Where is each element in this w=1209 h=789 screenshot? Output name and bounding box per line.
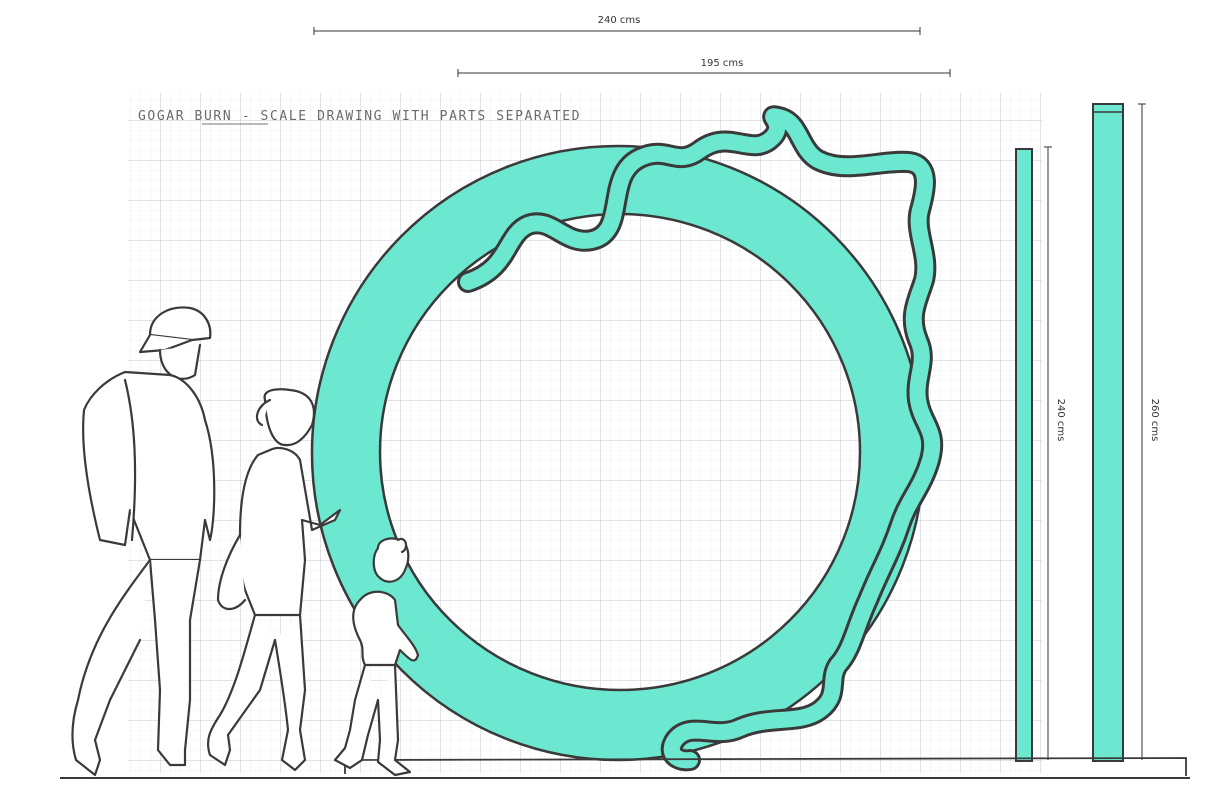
dimension-overall-width-label: 240 cms	[598, 15, 641, 26]
drawing-title: GOGAR BURN - SCALE DRAWING WITH PARTS SE…	[138, 109, 581, 124]
dimension-overall-width: 240 cms	[313, 15, 921, 35]
dimension-ring-width: 195 cms	[457, 58, 951, 77]
dimension-ring-width-label: 195 cms	[701, 58, 744, 69]
vertical-bar-260: 260 cms	[1092, 103, 1160, 762]
bar1-height-label: 240 cms	[1055, 399, 1066, 442]
bar2-height-label: 260 cms	[1149, 399, 1160, 442]
scale-drawing: GOGAR BURN - SCALE DRAWING WITH PARTS SE…	[60, 15, 1190, 779]
